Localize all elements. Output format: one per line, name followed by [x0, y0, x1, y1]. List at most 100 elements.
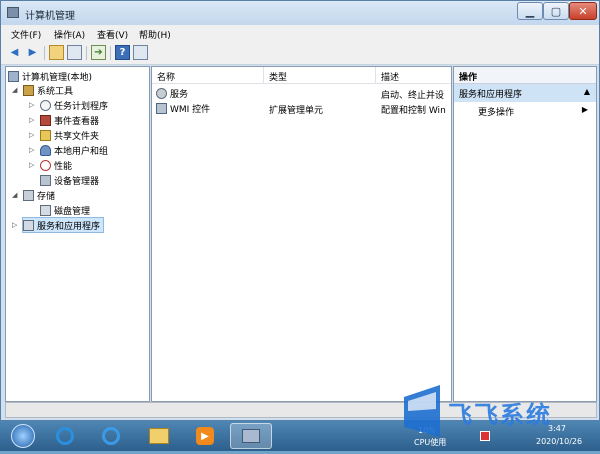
list-cell-description: 配置和控制 Win: [381, 106, 446, 116]
menu-file[interactable]: 文件(F): [11, 28, 41, 41]
menu-bar: 文件(F) 操作(A) 查看(V) 帮助(H): [1, 25, 599, 42]
watermark: 飞飞系统: [400, 377, 600, 451]
ie-icon: [56, 427, 74, 445]
tree-item-label: 计算机管理(本地): [22, 72, 93, 83]
show-hide-tree-icon[interactable]: [67, 45, 82, 60]
close-button[interactable]: ✕: [569, 2, 597, 20]
list-row-wmi[interactable]: WMI 控件: [156, 102, 262, 115]
tree-item-label: 服务和应用程序: [37, 221, 101, 232]
start-button[interactable]: [4, 423, 42, 449]
tree-item-device-manager[interactable]: 设备管理器: [40, 173, 99, 187]
tree-item-label: 设备管理器: [54, 176, 100, 187]
minimize-button[interactable]: ▁: [517, 2, 543, 20]
toolbar-divider: [44, 46, 45, 60]
list-cell-description: 启动、终止并设: [381, 91, 445, 101]
toolbar: ◀ ▶ ➔ ?: [1, 42, 599, 65]
taskbar-explorer[interactable]: [140, 423, 178, 449]
tree-item-task-scheduler[interactable]: 任务计划程序: [40, 98, 108, 112]
event-viewer-icon: [40, 114, 51, 126]
tree-item-local-users[interactable]: 本地用户和组: [40, 143, 108, 157]
tree-item-label: 任务计划程序: [54, 101, 109, 112]
services-apps-icon: [23, 219, 34, 231]
tree-item-event-viewer[interactable]: 事件查看器: [40, 113, 99, 127]
computer-icon: [8, 70, 19, 82]
wmi-control-icon: [156, 103, 167, 114]
tools-icon: [23, 84, 34, 96]
computer-management-icon: [7, 7, 19, 18]
details-list[interactable]: 名称 类型 描述 服务 启动、终止并设 WMI 控件 扩展管理单元 配置和控制 …: [151, 66, 452, 402]
toolbar-divider: [110, 46, 111, 60]
collapse-icon[interactable]: ◢: [12, 86, 17, 94]
tree-item-root[interactable]: 计算机管理(本地): [8, 69, 92, 83]
actions-pane: 操作 服务和应用程序 ▲ 更多操作 ▶: [453, 66, 597, 402]
tree-item-label: 本地用户和组: [54, 146, 109, 157]
toolbar-divider: [86, 46, 87, 60]
clock-icon: [40, 99, 51, 111]
navigation-tree[interactable]: 计算机管理(本地) ◢ 系统工具 ▷ 任务计划程序 ▷ 事件查看器 ▷ 共享文件…: [5, 66, 150, 402]
tree-item-storage[interactable]: 存储: [23, 188, 55, 202]
expand-icon[interactable]: ▷: [12, 221, 17, 229]
gear-icon: [156, 88, 167, 99]
tree-item-label: 存储: [37, 191, 56, 202]
actions-section-label: 服务和应用程序: [459, 90, 523, 100]
collapse-icon[interactable]: ◢: [12, 191, 17, 199]
users-icon: [40, 144, 51, 156]
device-manager-icon: [40, 174, 51, 186]
tree-item-label: 共享文件夹: [54, 131, 100, 142]
actions-header: 操作: [454, 67, 596, 84]
list-cell-name: WMI 控件: [170, 105, 211, 115]
computer-management-icon: [242, 429, 260, 443]
tree-item-performance[interactable]: 性能: [40, 158, 72, 172]
more-actions-label: 更多操作: [478, 108, 515, 118]
list-cell-type: 扩展管理单元: [269, 106, 324, 116]
list-cell-name: 服务: [170, 90, 189, 100]
menu-view[interactable]: 查看(V): [97, 28, 128, 41]
maximize-button[interactable]: ▢: [543, 2, 569, 20]
performance-icon: [40, 159, 51, 171]
forward-arrow-icon[interactable]: ▶: [25, 45, 40, 60]
back-arrow-icon[interactable]: ◀: [7, 45, 22, 60]
expand-icon[interactable]: ▷: [29, 146, 34, 154]
disk-icon: [40, 204, 51, 216]
menu-help[interactable]: 帮助(H): [139, 28, 171, 41]
column-header-type[interactable]: 类型: [264, 67, 376, 84]
expand-icon[interactable]: ▷: [29, 161, 34, 169]
title-bar[interactable]: 计算机管理 ▁ ▢ ✕: [1, 1, 599, 25]
tree-item-services-apps[interactable]: 服务和应用程序: [22, 217, 105, 233]
taskbar-ie-2[interactable]: [92, 423, 130, 449]
window-title: 计算机管理: [25, 11, 75, 22]
tree-item-label: 磁盘管理: [54, 206, 91, 217]
taskbar-media-player[interactable]: ▶: [186, 423, 224, 449]
watermark-text: 飞飞系统: [448, 401, 552, 429]
list-row-services[interactable]: 服务: [156, 87, 262, 100]
more-actions-item[interactable]: 更多操作 ▶: [454, 103, 596, 119]
actions-section-services-apps[interactable]: 服务和应用程序 ▲: [454, 84, 596, 102]
help-icon[interactable]: ?: [115, 45, 130, 60]
column-header-name[interactable]: 名称: [152, 67, 264, 84]
expand-icon[interactable]: ▷: [29, 101, 34, 109]
up-folder-icon[interactable]: [49, 45, 64, 60]
expand-icon[interactable]: ▷: [29, 131, 34, 139]
menu-action[interactable]: 操作(A): [54, 28, 85, 41]
submenu-arrow-icon: ▶: [581, 105, 588, 114]
computer-management-window: 计算机管理 ▁ ▢ ✕ 文件(F) 操作(A) 查看(V) 帮助(H) ◀ ▶ …: [0, 0, 600, 421]
storage-icon: [23, 189, 34, 201]
ie-icon: [102, 427, 120, 445]
column-header-description[interactable]: 描述: [376, 67, 451, 84]
tree-item-label: 事件查看器: [54, 116, 100, 127]
taskbar-computer-management[interactable]: [230, 423, 272, 449]
taskbar-ie[interactable]: [46, 423, 84, 449]
tree-item-label: 系统工具: [37, 86, 74, 97]
tree-item-disk-management[interactable]: 磁盘管理: [40, 203, 90, 217]
export-list-icon[interactable]: ➔: [91, 45, 106, 60]
show-hide-action-pane-icon[interactable]: [133, 45, 148, 60]
folder-icon: [149, 428, 169, 444]
tree-item-shared-folders[interactable]: 共享文件夹: [40, 128, 99, 142]
shared-folder-icon: [40, 129, 51, 141]
media-player-icon: ▶: [196, 427, 214, 445]
tree-item-system-tools[interactable]: 系统工具: [23, 83, 73, 97]
collapse-up-icon[interactable]: ▲: [584, 87, 590, 96]
expand-icon[interactable]: ▷: [29, 116, 34, 124]
windows-logo-icon: [11, 424, 35, 448]
tree-item-label: 性能: [54, 161, 73, 172]
